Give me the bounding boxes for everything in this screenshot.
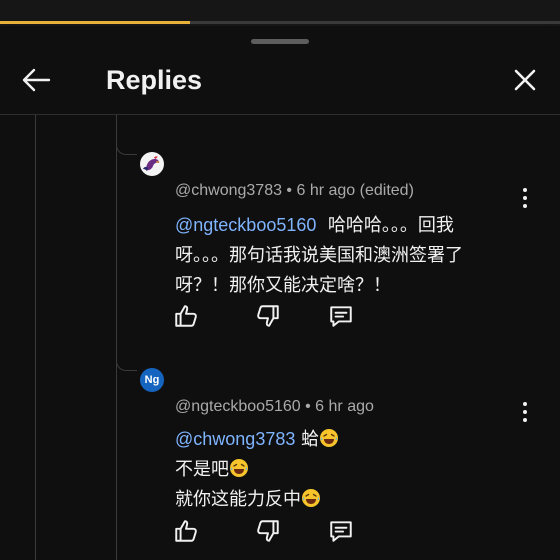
mention-link[interactable]: @chwong3783 [175,429,295,449]
comment-time: 6 hr ago [315,398,374,415]
close-icon [514,69,536,91]
comment-text-line: 就你这能力反中 [175,489,301,510]
dislike-icon [257,520,279,542]
more-options-button[interactable] [517,185,533,211]
more-options-button[interactable] [517,399,533,425]
dislike-button[interactable] [254,302,282,330]
comment-text-line: 呀。。。那句话我说美国和澳洲签署了 [175,245,463,266]
rooster-avatar-icon [143,156,160,171]
avatar[interactable] [140,152,164,176]
header-divider [0,114,560,115]
like-button[interactable] [172,517,200,545]
back-button[interactable] [18,64,54,96]
comment-time: 6 hr ago (edited) [296,182,414,199]
laughing-emoji-icon [320,429,339,447]
mention-link[interactable]: @ngteckboo5160 [175,215,316,235]
drag-handle[interactable] [251,39,309,44]
comment-author[interactable]: @chwong3783 [175,182,282,199]
thread-connector [116,356,137,371]
thread-line [116,115,117,560]
meta-separator: • [300,398,316,415]
meta-separator: • [281,182,297,199]
comment-meta: @chwong3783 • 6 hr ago (edited) [175,181,414,201]
like-icon [175,520,197,542]
reply-button[interactable] [327,517,355,545]
laughing-emoji-icon [230,459,248,477]
comment-meta: @ngteckboo5160 • 6 hr ago [175,397,374,417]
comment-text-line: 哈哈哈。。。回我 [327,215,454,236]
comment-text-line: 不是吧 [175,459,229,480]
like-button[interactable] [172,302,200,330]
replies-sheet: Replies @chwong3783 • 6 hr ago (edited) … [0,26,560,560]
reply-button[interactable] [327,302,355,330]
comment-author[interactable]: @ngteckboo5160 [175,398,301,415]
comment-body: @chwong3783 蛤 不是吧 就你这能力反中 [175,424,339,515]
comment-body: @ngteckboo5160 哈哈哈。。。回我 呀。。。那句话我说美国和澳洲签署… [175,210,463,301]
laughing-emoji-icon [302,489,320,507]
dislike-button[interactable] [254,517,282,545]
comment-text-line: 呀？！那你又能决定啥？！ [175,275,391,296]
reply-icon [330,306,352,327]
back-arrow-icon [22,68,51,92]
dislike-icon [257,305,279,327]
page-title: Replies [106,65,203,95]
avatar[interactable]: Ng [140,368,164,392]
video-progress-remaining [190,21,560,24]
thread-line [35,115,36,560]
thread-connector [116,140,137,155]
like-icon [175,305,197,327]
close-button[interactable] [508,64,542,96]
avatar-initials: Ng [144,374,160,386]
comment-text-line: 蛤 [301,429,320,450]
reply-icon [330,521,352,542]
video-progress-bar[interactable] [0,21,190,24]
